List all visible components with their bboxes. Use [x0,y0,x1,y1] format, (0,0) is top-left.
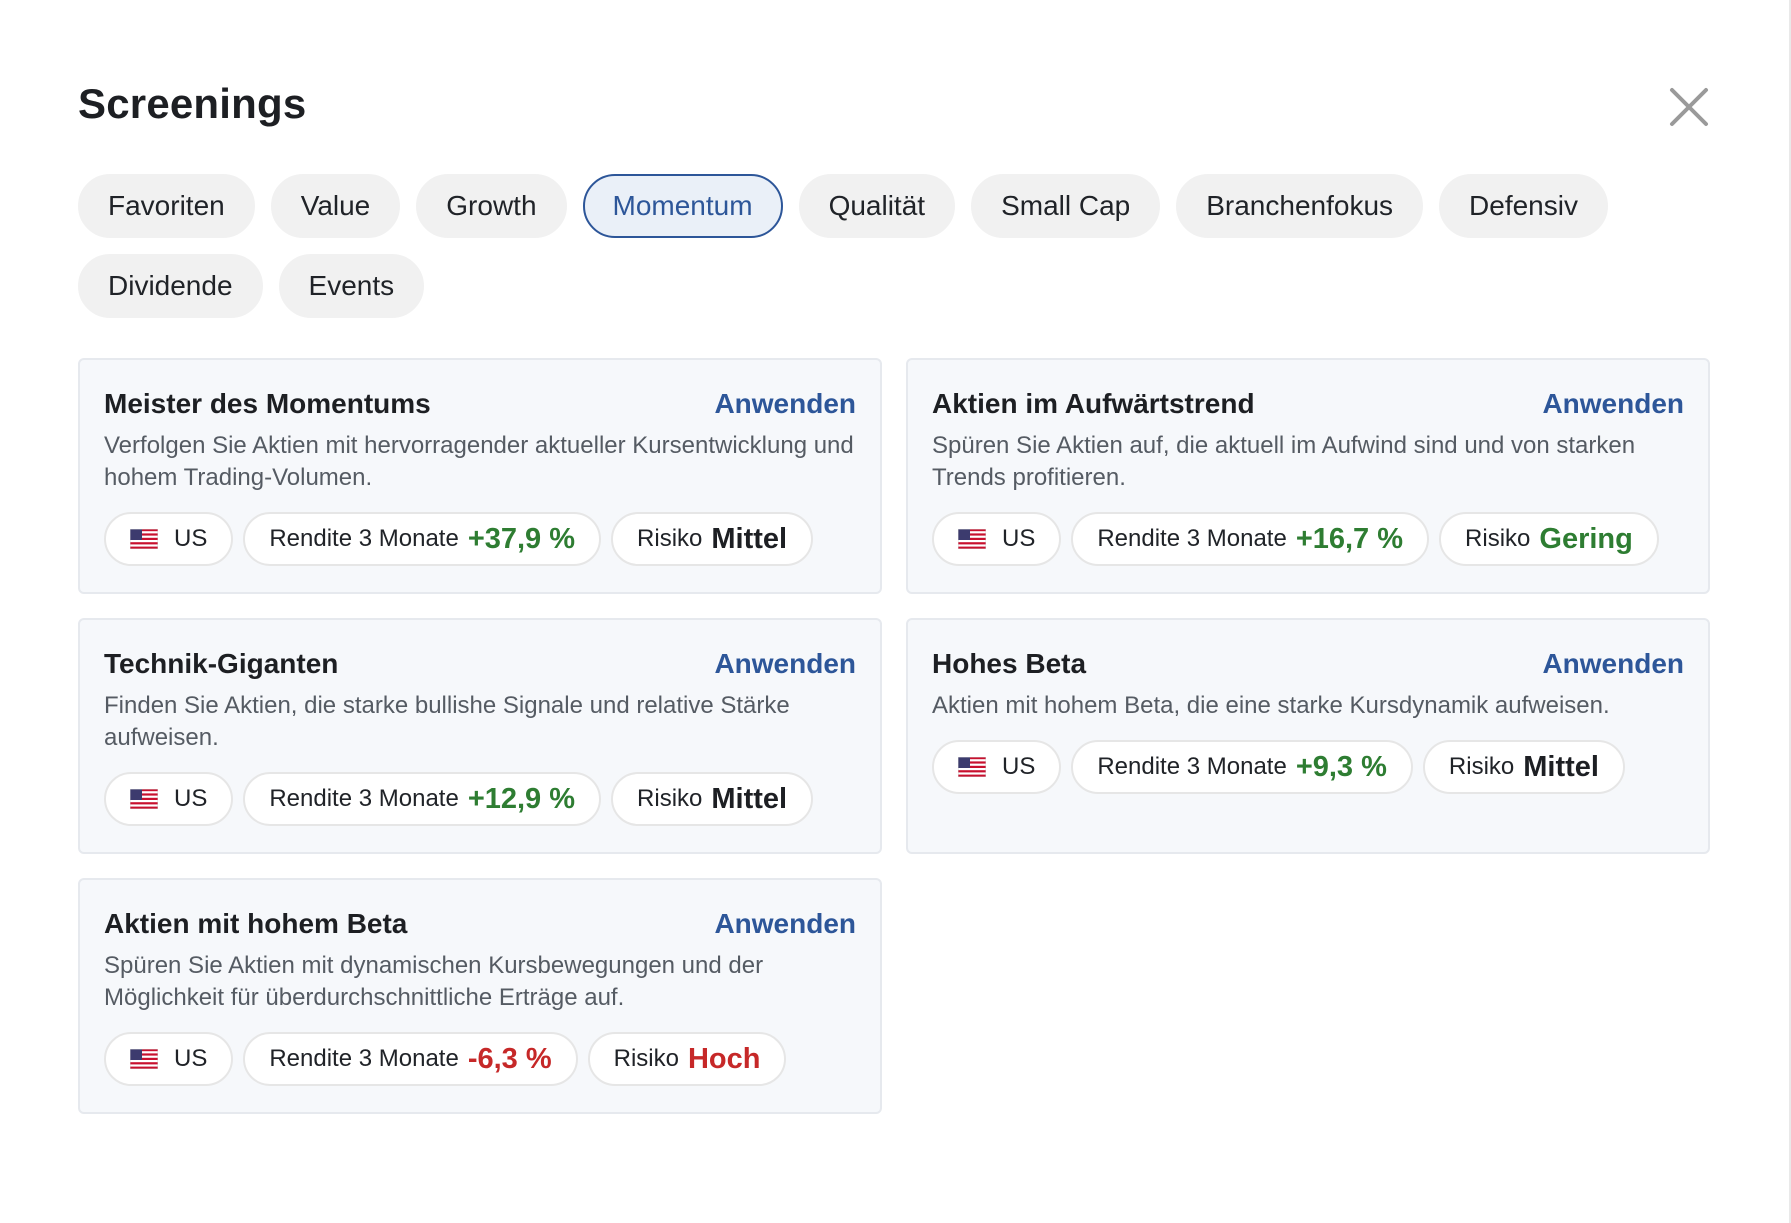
category-chip-momentum[interactable]: Momentum [582,174,783,238]
screener-title: Aktien im Aufwärtstrend [932,388,1255,419]
return-tag: Rendite 3 Monate +9,3 % [1071,740,1413,794]
screener-title: Technik-Giganten [104,648,339,679]
return-value: +9,3 % [1295,750,1387,783]
return-label: Rendite 3 Monate [269,1045,459,1072]
screener-title: Meister des Momentums [104,388,431,419]
risk-tag: Risiko Hoch [587,1032,787,1086]
screener-card: Technik-Giganten Anwenden Finden Sie Akt… [78,618,882,854]
category-chip-growth[interactable]: Growth [416,174,567,238]
close-button[interactable] [1666,84,1712,130]
risk-label: Risiko [613,1045,679,1072]
apply-link[interactable]: Anwenden [1542,388,1684,420]
risk-value: Mittel [711,522,788,555]
screenings-dialog: Screenings Favoriten Value Growth Momentum Q… [0,0,1791,1223]
risk-value: Mittel [1523,750,1599,783]
screener-card: Meister des Momentums Anwenden Verfolgen… [78,358,882,594]
apply-link[interactable]: Anwenden [714,388,856,420]
return-tag: Rendite 3 Monate +37,9 % [243,512,602,566]
risk-tag: Risiko Gering [1439,512,1659,566]
dialog-title: Screenings [78,80,307,127]
region-tag: US [104,772,234,826]
category-chip-events[interactable]: Events [278,254,425,318]
risk-value: Gering [1539,522,1633,555]
category-chip-value[interactable]: Value [270,174,401,238]
risk-value: Mittel [711,782,788,815]
screener-card-grid: Meister des Momentums Anwenden Verfolgen… [78,358,1710,1114]
us-flag-icon [130,529,158,549]
region-tag: US [932,740,1062,794]
category-chip-defensiv[interactable]: Defensiv [1439,174,1608,238]
risk-value: Hoch [687,1042,761,1075]
risk-tag: Risiko Mittel [1422,740,1625,794]
region-label: US [1002,753,1036,780]
region-label: US [174,1045,208,1072]
region-tag: US [104,1032,234,1086]
us-flag-icon [130,1049,158,1069]
return-value: +16,7 % [1295,522,1404,555]
category-chip-small-cap[interactable]: Small Cap [971,174,1161,238]
risk-label: Risiko [1448,753,1515,780]
return-tag: Rendite 3 Monate +16,7 % [1071,512,1430,566]
risk-label: Risiko [637,785,703,812]
screener-description: Finden Sie Aktien, die starke bullishe S… [104,692,790,751]
category-chip-favoriten[interactable]: Favoriten [78,174,255,238]
risk-label: Risiko [1465,525,1531,552]
screener-card: Aktien mit hohem Beta Anwenden Spüren Si… [78,878,882,1114]
screener-description: Spüren Sie Aktien mit dynamischen Kursbe… [104,952,764,1011]
return-tag: Rendite 3 Monate -6,3 % [243,1032,578,1086]
close-icon [1670,88,1708,126]
return-label: Rendite 3 Monate [1097,753,1287,780]
risk-tag: Risiko Mittel [611,772,814,826]
region-label: US [174,785,208,812]
us-flag-icon [958,529,986,549]
category-filter-bar: Favoriten Value Growth Momentum Qualität Smal… [78,174,1718,318]
screener-card: Hohes Beta Anwenden Aktien mit hohem Bet… [906,618,1710,854]
region-tag: US [932,512,1062,566]
apply-link[interactable]: Anwenden [714,648,856,680]
return-value: +12,9 % [467,782,576,815]
region-tag: US [104,512,234,566]
screener-title: Hohes Beta [932,648,1087,679]
screener-description: Verfolgen Sie Aktien mit hervorragender … [104,432,854,491]
region-label: US [174,525,208,552]
screener-description: Aktien mit hohem Beta, die eine starke K… [932,692,1610,719]
return-tag: Rendite 3 Monate +12,9 % [243,772,602,826]
return-label: Rendite 3 Monate [269,525,459,552]
return-label: Rendite 3 Monate [269,785,459,812]
category-chip-dividende[interactable]: Dividende [78,254,263,318]
risk-label: Risiko [637,525,703,552]
category-chip-branchenfokus[interactable]: Branchenfokus [1176,174,1424,238]
category-chip-qualit-t[interactable]: Qualität [798,174,956,238]
screener-title: Aktien mit hohem Beta [104,908,408,939]
risk-tag: Risiko Mittel [611,512,814,566]
return-value: -6,3 % [467,1042,552,1075]
screener-description: Spüren Sie Aktien auf, die aktuell im Au… [932,432,1636,491]
region-label: US [1002,525,1036,552]
apply-link[interactable]: Anwenden [1542,648,1684,680]
apply-link[interactable]: Anwenden [714,908,856,940]
screener-card: Aktien im Aufwärtstrend Anwenden Spüren … [906,358,1710,594]
us-flag-icon [130,789,158,809]
return-label: Rendite 3 Monate [1097,525,1287,552]
return-value: +37,9 % [467,522,576,555]
us-flag-icon [958,757,986,777]
